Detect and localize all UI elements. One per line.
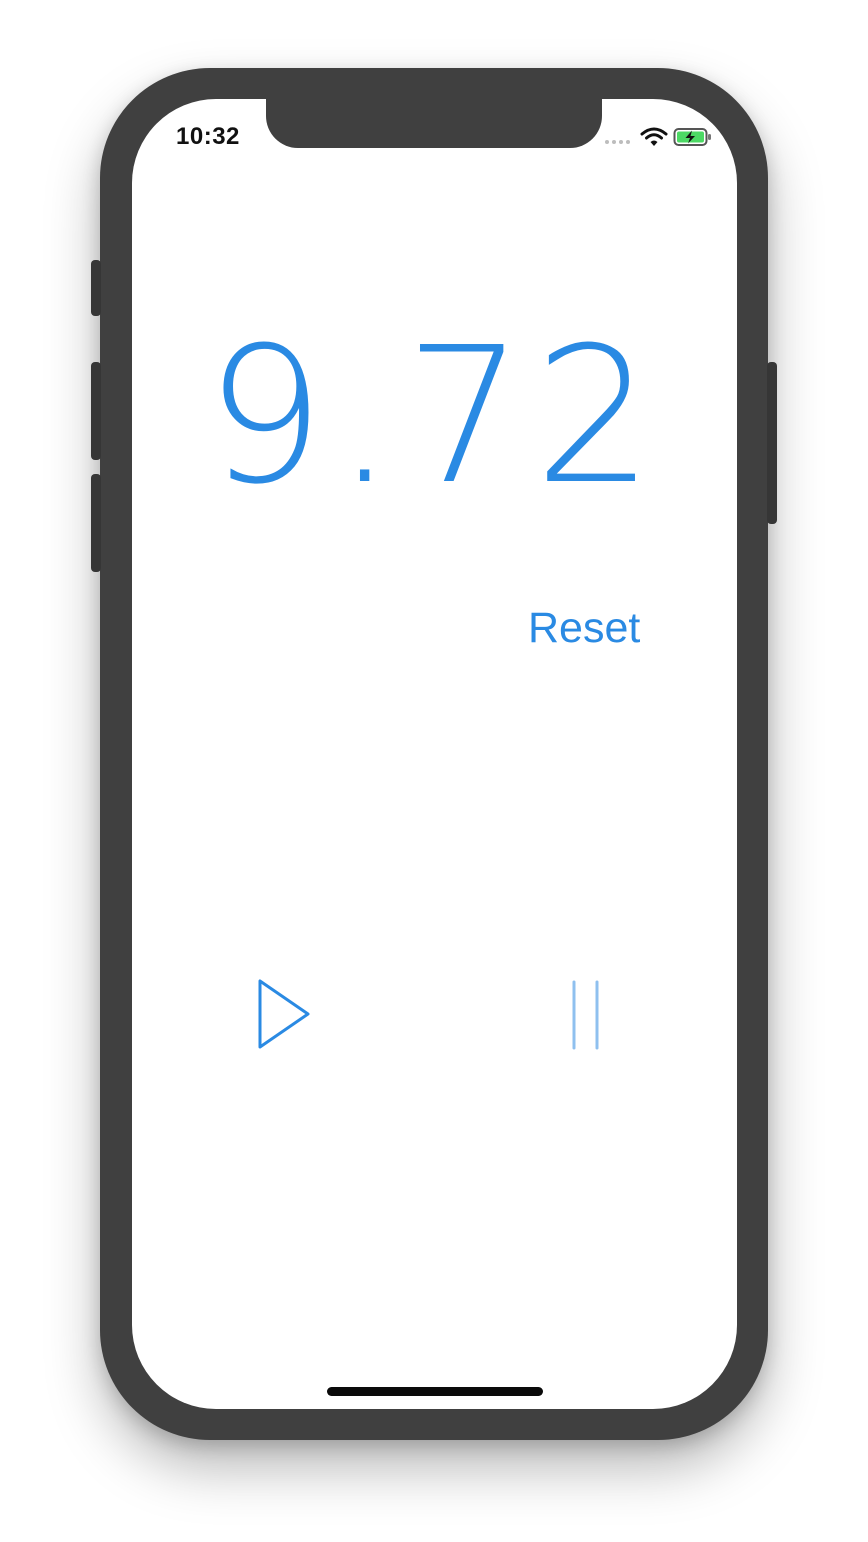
volume-down-button (91, 474, 101, 572)
play-icon (258, 979, 310, 1049)
power-button (767, 362, 777, 524)
battery-charging-icon (673, 128, 711, 146)
pause-button[interactable] (563, 979, 603, 1051)
stage: 10:32 9.72 Reset (0, 0, 868, 1542)
reset-button[interactable]: Reset (528, 604, 640, 653)
volume-up-button (91, 362, 101, 460)
mute-switch (91, 260, 101, 316)
pause-icon (572, 980, 599, 1050)
status-time: 10:32 (176, 123, 240, 150)
notch (266, 99, 602, 148)
wifi-icon (640, 127, 668, 146)
timer-value: 9.72 (205, 307, 664, 526)
app-screen: 10:32 9.72 Reset (132, 99, 737, 1409)
play-button[interactable] (252, 977, 316, 1051)
home-indicator[interactable] (327, 1387, 543, 1396)
signal-dots-icon (605, 140, 630, 144)
